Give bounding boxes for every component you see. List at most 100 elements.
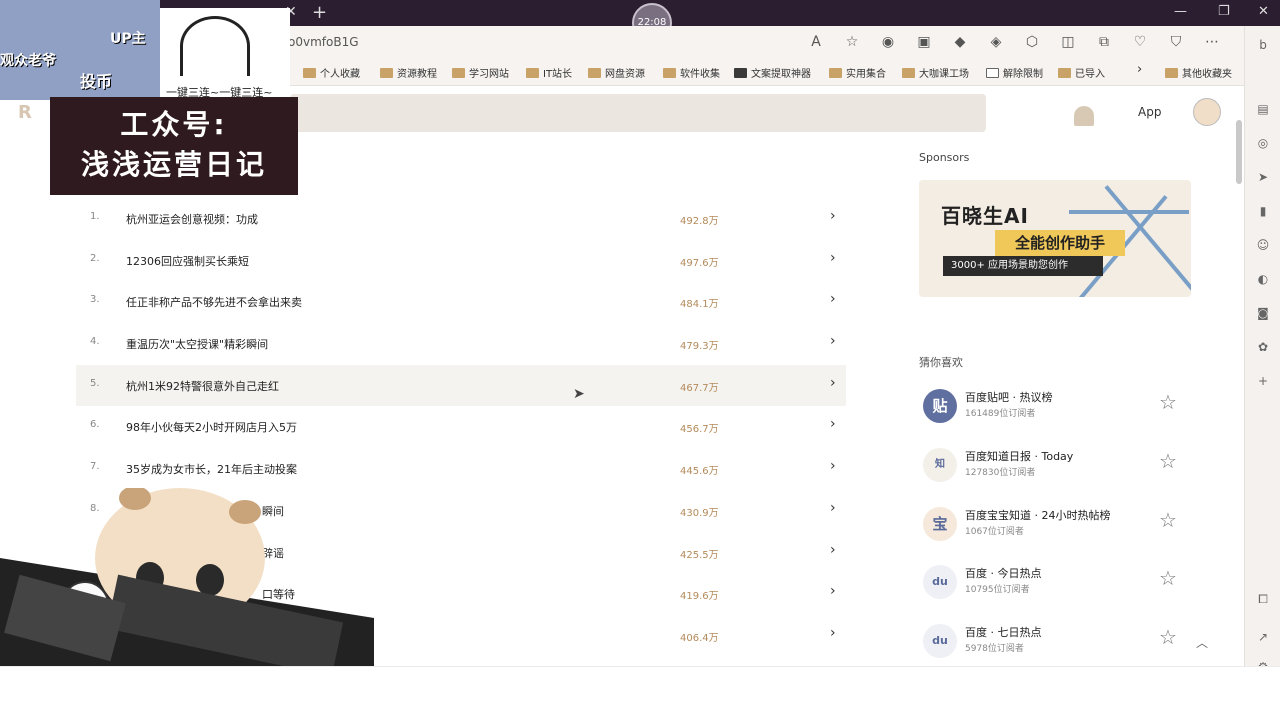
subscription-item[interactable]: du 百度 · 今日热点 10795位订阅者 ☆ xyxy=(919,561,1189,611)
subscription-item[interactable]: du 百度 · 七日热点 5978位订阅者 ☆ xyxy=(919,620,1189,670)
subscriber-count: 5978位订阅者 xyxy=(965,644,1024,654)
list-item[interactable]: 6. 98年小伙每天2小时开网店月入5万 456.7万 › xyxy=(76,406,846,448)
bookmark-folder[interactable]: 实用集合 xyxy=(829,65,886,80)
list-item[interactable]: 1. 杭州亚运会创意视频：功成 492.8万 › xyxy=(76,198,846,240)
chevron-right-icon[interactable]: › xyxy=(830,583,836,599)
chevron-right-icon[interactable]: › xyxy=(830,416,836,432)
chevron-right-icon[interactable]: › xyxy=(830,375,836,391)
guess-you-like-heading: 猜你喜欢 xyxy=(919,356,963,369)
bookmark-folder[interactable]: 其他收藏夹 xyxy=(1165,65,1232,80)
chevron-right-icon[interactable]: › xyxy=(830,208,836,224)
bookmark-link[interactable]: 解除限制 xyxy=(986,65,1043,80)
app-link[interactable]: App xyxy=(1138,105,1161,119)
bookmark-folder[interactable]: 已导入 xyxy=(1058,65,1105,80)
bookmark-side-icon[interactable]: ▮ xyxy=(1256,204,1270,218)
chevron-right-icon[interactable]: › xyxy=(830,250,836,266)
item-title[interactable]: 98年小伙每天2小时开网店月入5万 xyxy=(126,419,297,435)
subscription-item[interactable]: 知 百度知道日报 · Today 127830位订阅者 ☆ xyxy=(919,444,1189,494)
minimize-icon[interactable]: — xyxy=(1174,4,1187,19)
bookmark-folder[interactable]: 个人收藏 xyxy=(303,65,360,80)
subscription-item[interactable]: 宝 百度宝宝知道 · 24小时热帖榜 1067位订阅者 ☆ xyxy=(919,503,1189,553)
subscription-name[interactable]: 百度 · 七日热点 xyxy=(965,624,1042,640)
sponsor-ad[interactable]: 百晓生AI 全能创作助手 3000+ 应用场景助您创作 xyxy=(919,180,1191,297)
chevron-right-icon[interactable]: › xyxy=(830,333,836,349)
chevron-up-icon[interactable]: ︿ xyxy=(1196,634,1208,651)
restore-icon[interactable]: ❐ xyxy=(1218,4,1230,19)
item-title[interactable]: 杭州1米92特警很意外自己走红 xyxy=(126,378,279,394)
bookmark-folder[interactable]: 软件收集 xyxy=(663,65,720,80)
bookmark-folder[interactable]: 资源教程 xyxy=(380,65,437,80)
office-icon[interactable]: ◐ xyxy=(1256,272,1270,286)
search-input[interactable] xyxy=(290,94,986,132)
health-icon[interactable]: ♡ xyxy=(1130,32,1150,52)
item-title[interactable]: 任正非称产品不够先进不会拿出来卖 xyxy=(126,294,302,310)
list-item[interactable]: 3. 任正非称产品不够先进不会拿出来卖 484.1万 › xyxy=(76,281,846,323)
more-icon[interactable]: ⋯ xyxy=(1202,32,1222,52)
bookmarks-overflow-chevron[interactable]: › xyxy=(1137,62,1142,77)
heat-value: 479.3万 xyxy=(680,341,719,353)
chevron-right-icon[interactable]: › xyxy=(830,458,836,474)
settings-icon[interactable]: ✿ xyxy=(1256,340,1270,354)
chevron-right-icon[interactable]: › xyxy=(830,542,836,558)
star-icon[interactable]: ☆ xyxy=(1159,390,1177,414)
split-screen-icon[interactable]: ◫ xyxy=(1058,32,1078,52)
collections-icon[interactable]: ⧉ xyxy=(1094,32,1114,52)
extension-2-icon[interactable]: ▣ xyxy=(914,32,934,52)
item-title[interactable]: 杭州亚运会创意视频：功成 xyxy=(126,211,258,227)
rank-number: 2. xyxy=(90,252,100,264)
list-item[interactable]: 2. 12306回应强制买长乘短 497.6万 › xyxy=(76,240,846,282)
bookmark-folder[interactable]: 学习网站 xyxy=(452,65,509,80)
close-window-icon[interactable]: ✕ xyxy=(1258,4,1269,19)
subscription-name[interactable]: 百度 · 今日热点 xyxy=(965,565,1042,581)
star-icon[interactable]: ☆ xyxy=(1159,625,1177,649)
list-item[interactable]: 5. 杭州1米92特警很意外自己走红 467.7万 › xyxy=(76,364,846,407)
baidu-paw-icon: du xyxy=(923,624,957,658)
send-icon[interactable]: ➤ xyxy=(1256,170,1270,184)
bookmark-link[interactable]: 文案提取神器 xyxy=(734,65,811,80)
extension-1-icon[interactable]: ◉ xyxy=(878,32,898,52)
star-icon[interactable]: ☆ xyxy=(1159,508,1177,532)
subscription-name[interactable]: 百度知道日报 · Today xyxy=(965,448,1073,464)
page-icon xyxy=(986,67,999,78)
shopping-icon[interactable]: ▤ xyxy=(1256,102,1270,116)
item-title[interactable]: 重温历次"太空授课"精彩瞬间 xyxy=(126,336,268,352)
star-icon[interactable]: ☆ xyxy=(1159,566,1177,590)
list-item[interactable]: 4. 重温历次"太空授课"精彩瞬间 479.3万 › xyxy=(76,323,846,365)
scrollbar-thumb[interactable] xyxy=(1236,120,1242,184)
bookmark-folder[interactable]: 网盘资源 xyxy=(588,65,645,80)
item-title[interactable]: 35岁成为女市长，21年后主动投案 xyxy=(126,461,297,477)
tools-icon[interactable]: ◎ xyxy=(1256,136,1270,150)
subscriber-count: 1067位订阅者 xyxy=(965,527,1024,537)
subscription-name[interactable]: 百度贴吧 · 热议榜 xyxy=(965,389,1053,405)
extension-5-icon[interactable]: ⬡ xyxy=(1022,32,1042,52)
site-logo[interactable]: R xyxy=(18,102,32,123)
games-icon[interactable]: ☺ xyxy=(1256,238,1270,252)
chevron-right-icon[interactable]: › xyxy=(830,291,836,307)
ghost-icon[interactable] xyxy=(1074,106,1094,126)
extension-3-icon[interactable]: ◆ xyxy=(950,32,970,52)
external-link-icon[interactable]: ↗ xyxy=(1256,630,1270,644)
chevron-right-icon[interactable]: › xyxy=(830,625,836,641)
sponsors-label: Sponsors xyxy=(919,151,970,164)
add-icon[interactable]: + xyxy=(1256,374,1270,388)
folder-icon xyxy=(902,67,915,78)
url-text[interactable]: o0vmfoB1G xyxy=(288,35,359,49)
bookmark-folder[interactable]: 大咖课工场 xyxy=(902,65,969,80)
chevron-right-icon[interactable]: › xyxy=(830,500,836,516)
new-tab-icon[interactable]: + xyxy=(312,2,327,23)
subscription-name[interactable]: 百度宝宝知道 · 24小时热帖榜 xyxy=(965,507,1111,523)
browser-essentials-icon[interactable]: ⛉ xyxy=(1166,32,1186,52)
star-icon[interactable]: ☆ xyxy=(1159,449,1177,473)
read-aloud-icon[interactable]: A xyxy=(806,32,826,52)
favorite-icon[interactable]: ☆ xyxy=(842,32,862,52)
screenshot-icon[interactable]: ⧠ xyxy=(1256,592,1270,606)
list-item[interactable]: 7. 35岁成为女市长，21年后主动投案 445.6万 › xyxy=(76,448,846,490)
bing-icon[interactable]: b xyxy=(1256,38,1270,52)
avatar[interactable] xyxy=(1193,98,1221,126)
item-title[interactable]: 12306回应强制买长乘短 xyxy=(126,253,249,269)
bookmark-folder[interactable]: IT站长 xyxy=(526,65,572,80)
subscription-item[interactable]: 贴 百度贴吧 · 热议榜 161489位订阅者 ☆ xyxy=(919,385,1189,435)
outlook-icon[interactable]: ◙ xyxy=(1256,306,1270,320)
rank-number: 4. xyxy=(90,336,100,348)
extension-4-icon[interactable]: ◈ xyxy=(986,32,1006,52)
